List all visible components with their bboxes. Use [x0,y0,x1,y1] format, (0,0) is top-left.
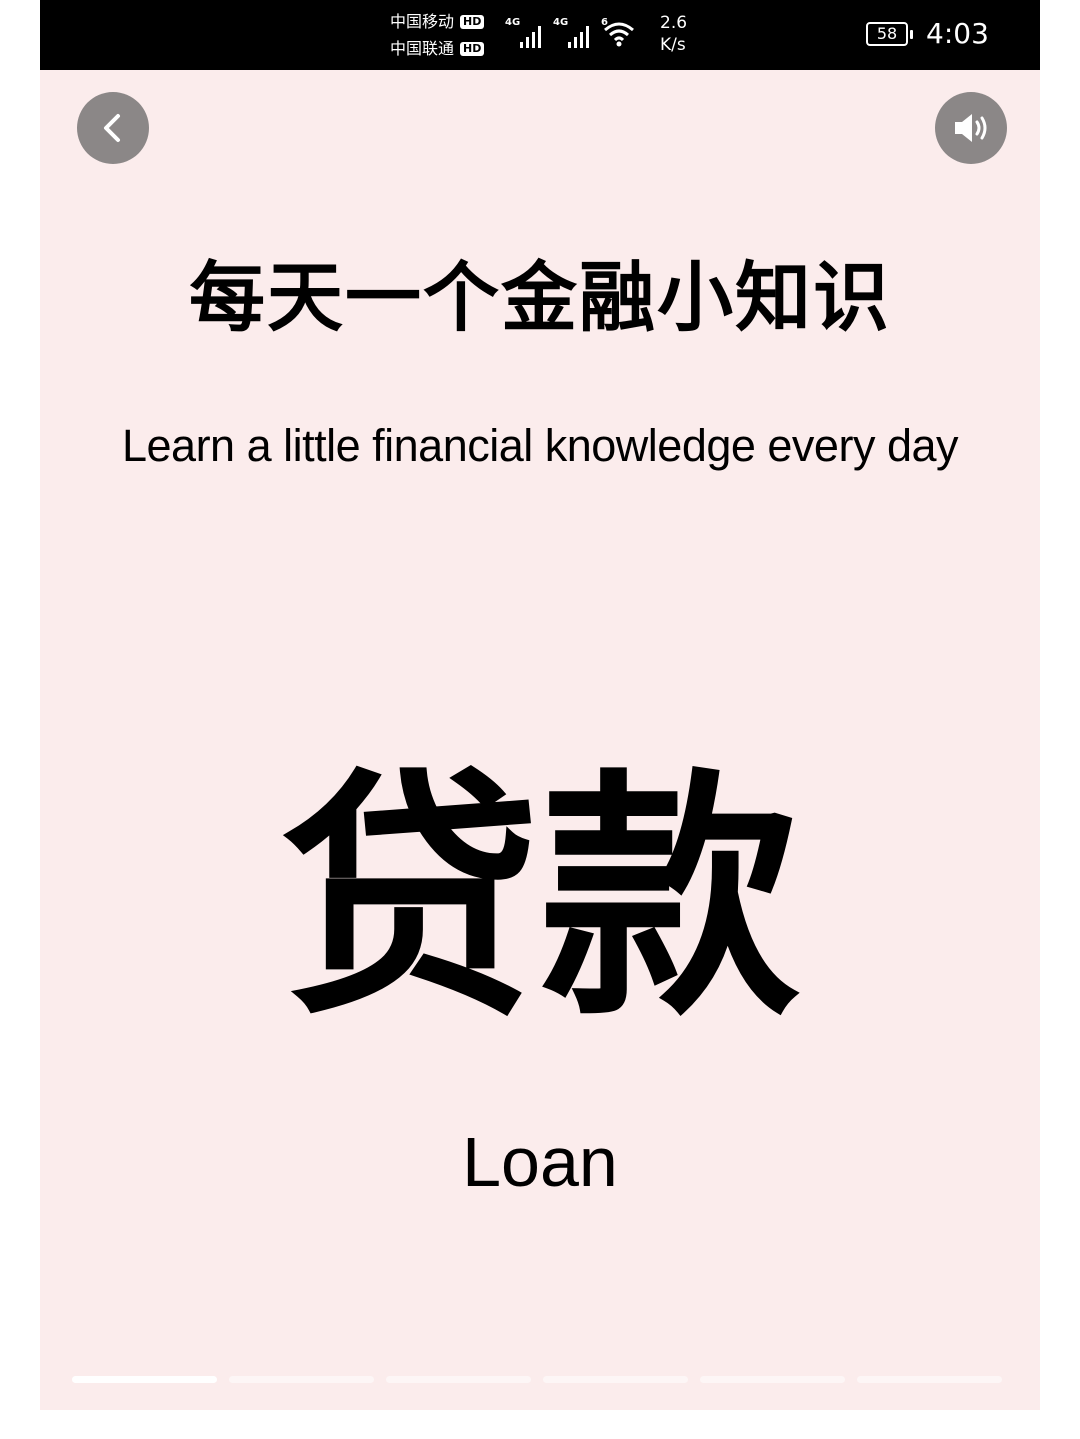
hd-badge: HD [460,41,485,56]
story-progress [72,1376,1002,1383]
battery-level: 58 [876,24,898,43]
network-speed: 2.6 K/s [660,12,687,56]
chevron-left-icon [104,114,120,142]
page-subtitle: Learn a little financial knowledge every… [121,420,959,471]
network-type-label: 4G [553,17,569,28]
progress-segment [543,1376,688,1383]
progress-segment [700,1376,845,1383]
term-chinese: 贷款 [280,749,800,1051]
signal-icon: 4G [553,18,589,48]
status-bar: 中国移动 HD 中国联通 HD 4G 4G 6 2.6 K/s 58 4:03 [40,0,1040,70]
speed-value: 2.6 [660,13,688,33]
carrier-2-label: 中国联通 [390,39,455,58]
progress-segment [386,1376,531,1383]
progress-segment [229,1376,374,1383]
progress-segment [857,1376,1002,1383]
carrier-info: 中国移动 HD 中国联通 HD [390,8,485,62]
signal-icon: 4G [505,18,541,48]
page-title: 每天一个金融小知识 [189,253,891,342]
speed-unit: K/s [660,35,686,55]
hd-badge: HD [460,14,485,29]
carrier-1-label: 中国移动 [390,12,455,31]
wifi-icon: 6 [601,18,637,48]
term-english: Loan [462,1123,618,1201]
status-time: 4:03 [926,17,989,50]
battery-icon: 58 [866,22,913,46]
wifi-version-label: 6 [601,17,608,28]
network-type-label: 4G [505,17,521,28]
signal-group: 4G 4G 6 [505,18,637,48]
app-frame: 中国移动 HD 中国联通 HD 4G 4G 6 2.6 K/s 58 4:03 … [40,0,1040,1410]
progress-segment-fill [72,1376,217,1383]
sound-button[interactable] [935,92,1007,164]
back-button[interactable] [77,92,149,164]
progress-segment [72,1376,217,1383]
speaker-icon [955,114,987,142]
